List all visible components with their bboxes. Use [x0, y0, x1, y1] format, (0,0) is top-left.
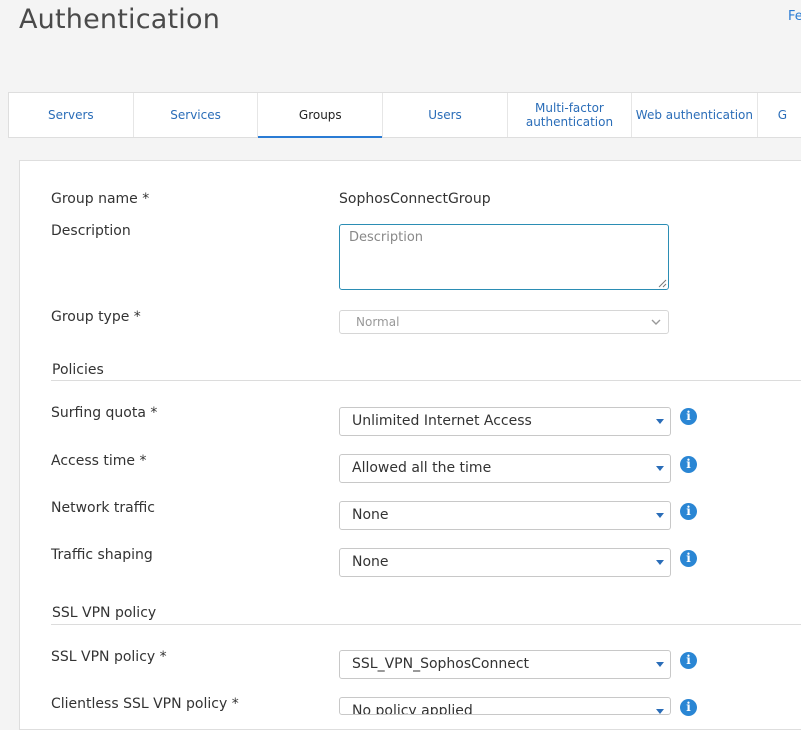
info-icon[interactable]: i	[680, 408, 697, 425]
caret-down-icon	[656, 560, 664, 565]
info-icon[interactable]: i	[680, 456, 697, 473]
feedback-link[interactable]: Fe	[788, 9, 801, 24]
traffic-shaping-dropdown[interactable]: None	[339, 548, 671, 577]
tab-web-authentication[interactable]: Web authentication	[632, 93, 758, 137]
access-time-label: Access time *	[51, 453, 147, 469]
info-icon[interactable]: i	[680, 699, 697, 716]
clientless-ssl-vpn-policy-dropdown[interactable]: No policy applied	[339, 697, 671, 715]
tab-servers[interactable]: Servers	[9, 93, 134, 137]
tab-users[interactable]: Users	[383, 93, 508, 137]
caret-down-icon	[656, 662, 664, 667]
ssl-vpn-policy-value: SSL_VPN_SophosConnect	[352, 656, 530, 672]
traffic-shaping-value: None	[352, 554, 389, 570]
group-name-value: SophosConnectGroup	[339, 191, 491, 207]
tab-groups[interactable]: Groups	[258, 93, 384, 138]
chevron-down-icon	[651, 319, 661, 325]
ssl-vpn-divider	[51, 624, 801, 625]
ssl-vpn-policy-dropdown[interactable]: SSL_VPN_SophosConnect	[339, 650, 671, 679]
surfing-quota-value: Unlimited Internet Access	[352, 413, 532, 429]
caret-down-icon	[656, 513, 664, 518]
info-icon[interactable]: i	[680, 550, 697, 567]
access-time-value: Allowed all the time	[352, 460, 492, 476]
traffic-shaping-label: Traffic shaping	[51, 547, 153, 563]
page-title: Authentication	[19, 4, 221, 35]
info-icon[interactable]: i	[680, 503, 697, 520]
ssl-vpn-policy-label: SSL VPN policy *	[51, 649, 167, 665]
policies-section-title: Policies	[52, 362, 104, 378]
clientless-ssl-vpn-policy-label: Clientless SSL VPN policy *	[51, 696, 239, 712]
group-type-select: Normal	[339, 310, 669, 334]
description-input[interactable]	[339, 224, 669, 290]
group-type-value: Normal	[356, 315, 400, 329]
caret-down-icon	[656, 419, 664, 424]
description-label: Description	[51, 223, 131, 239]
policies-divider	[51, 380, 801, 381]
access-time-dropdown[interactable]: Allowed all the time	[339, 454, 671, 483]
resize-grip-icon[interactable]	[657, 278, 667, 288]
network-traffic-value: None	[352, 507, 389, 523]
ssl-vpn-section-title: SSL VPN policy	[52, 605, 157, 621]
tab-overflow[interactable]: G	[758, 93, 801, 137]
group-name-label: Group name *	[51, 191, 150, 207]
caret-down-icon	[656, 709, 664, 714]
tab-bar: Servers Services Groups Users Multi-fact…	[8, 92, 801, 138]
caret-down-icon	[656, 466, 664, 471]
surfing-quota-label: Surfing quota *	[51, 405, 158, 421]
group-type-label: Group type *	[51, 309, 141, 325]
network-traffic-dropdown[interactable]: None	[339, 501, 671, 530]
info-icon[interactable]: i	[680, 652, 697, 669]
surfing-quota-dropdown[interactable]: Unlimited Internet Access	[339, 407, 671, 436]
network-traffic-label: Network traffic	[51, 500, 155, 516]
clientless-ssl-vpn-policy-value: No policy applied	[352, 703, 473, 715]
tab-multi-factor-authentication[interactable]: Multi-factor authentication	[508, 93, 633, 137]
tab-services[interactable]: Services	[134, 93, 259, 137]
